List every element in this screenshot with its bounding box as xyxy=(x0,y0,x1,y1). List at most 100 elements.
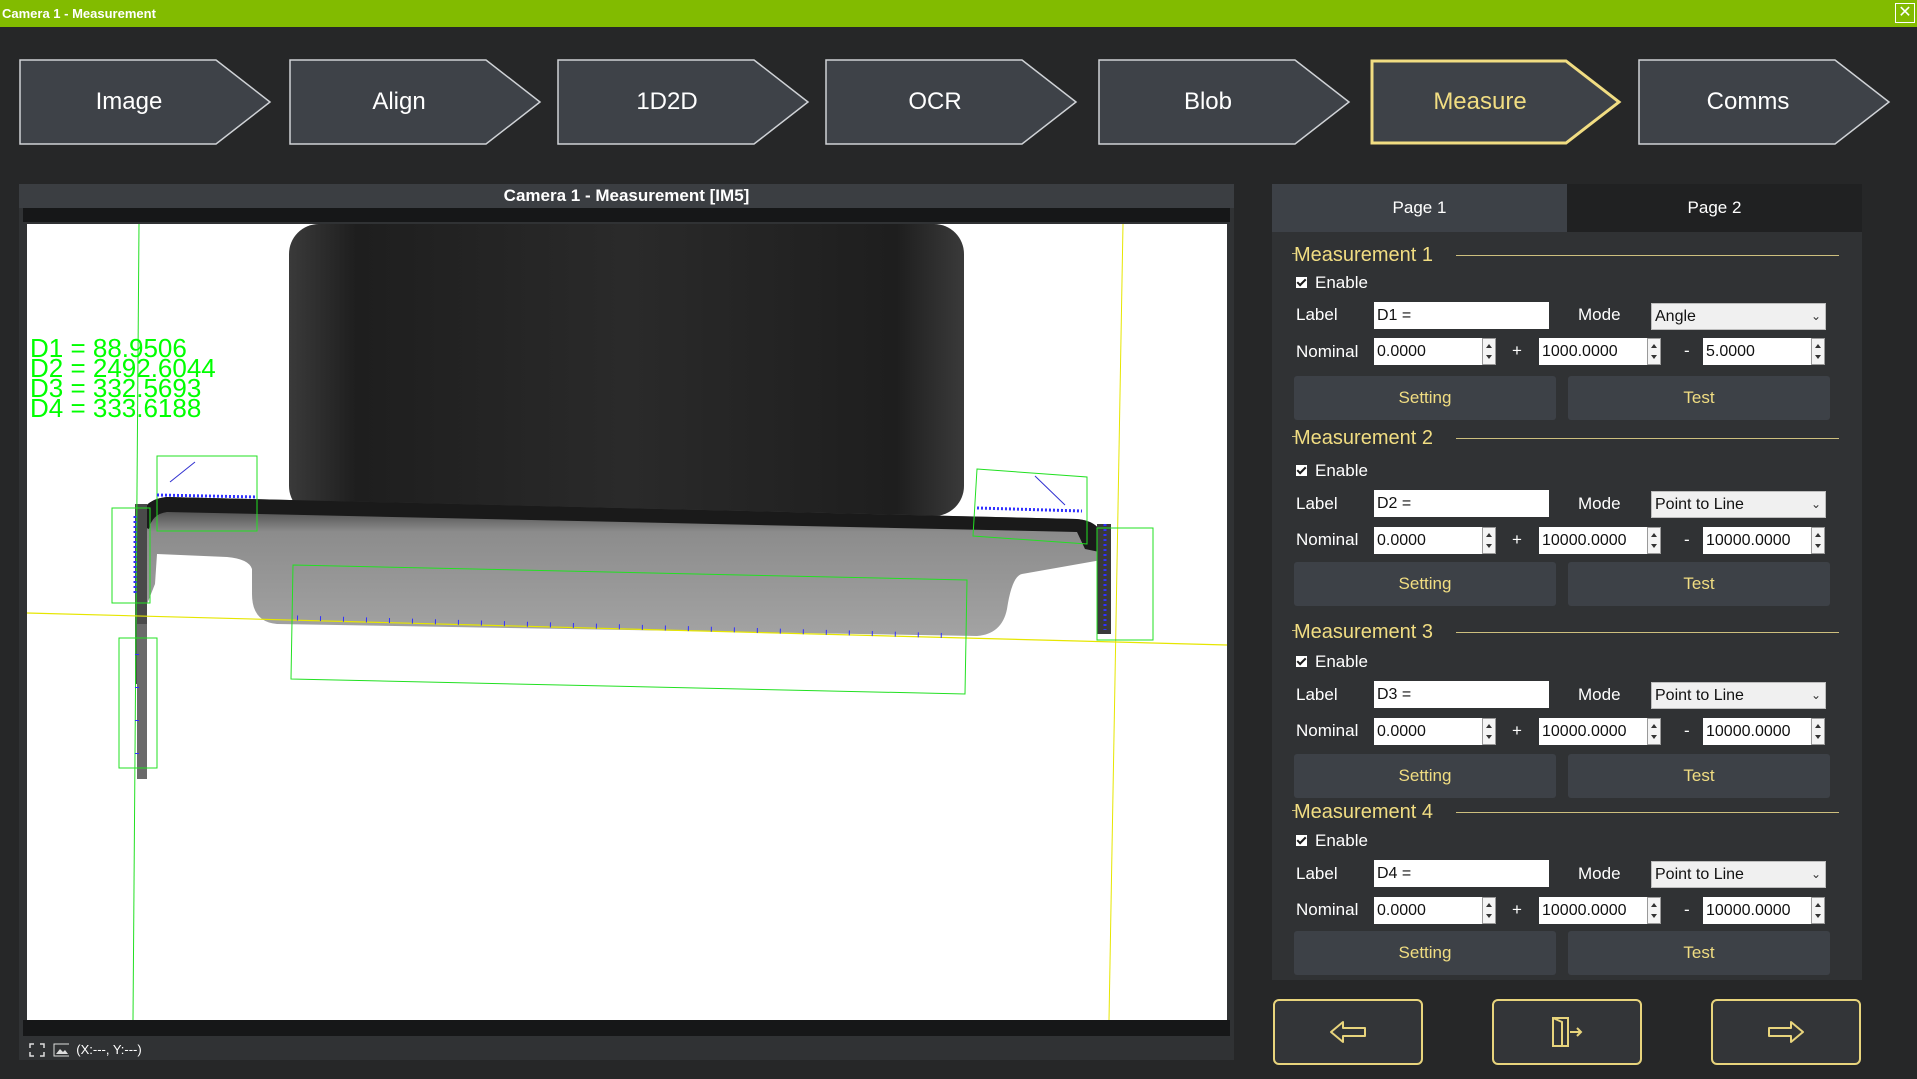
image-icon[interactable] xyxy=(53,1043,69,1057)
step-tab-label: OCR xyxy=(908,88,962,115)
camera-bottom-strip xyxy=(23,1020,1230,1036)
checkbox-checked-icon[interactable] xyxy=(1296,656,1307,667)
checkbox-checked-icon[interactable] xyxy=(1296,835,1307,846)
measurement-1-plus-tolerance-input[interactable]: 1000.0000 xyxy=(1539,338,1647,365)
measurement-4-title: Measurement 4 xyxy=(1294,801,1433,823)
section-divider xyxy=(1456,632,1839,633)
measurement-2-test-button[interactable]: Test xyxy=(1568,562,1830,606)
measurement-3-mode-select[interactable]: Point to Line ⌄ xyxy=(1651,682,1826,709)
next-button[interactable] xyxy=(1711,999,1861,1065)
inspection-image: D1 = 88.9506 D2 = 2492.6044 D3 = 332.569… xyxy=(27,224,1227,1020)
measurement-1-nominal-input[interactable]: 0.0000 xyxy=(1374,338,1482,365)
measurement-4-nominal-input[interactable]: 0.0000 xyxy=(1374,897,1482,924)
checkbox-checked-icon[interactable] xyxy=(1296,277,1307,288)
measurement-4-mode-select[interactable]: Point to Line ⌄ xyxy=(1651,861,1826,888)
spinner-arrows-icon[interactable] xyxy=(1811,338,1825,365)
fit-view-icon[interactable] xyxy=(29,1042,45,1057)
spinner-arrows-icon[interactable] xyxy=(1811,718,1825,745)
nominal-caption: Nominal xyxy=(1296,342,1359,361)
cylinder-shape xyxy=(289,224,964,516)
minus-sign: - xyxy=(1684,341,1690,360)
section-divider xyxy=(1292,810,1296,811)
measurement-2-mode-select[interactable]: Point to Line ⌄ xyxy=(1651,491,1826,518)
spinner-arrows-icon[interactable] xyxy=(1482,897,1496,924)
measurement-4-plus-tolerance-input[interactable]: 10000.0000 xyxy=(1539,897,1647,924)
plus-sign: + xyxy=(1512,530,1522,549)
mode-caption: Mode xyxy=(1578,685,1621,704)
measurement-3-plus-tolerance-input[interactable]: 10000.0000 xyxy=(1539,718,1647,745)
step-tab-ocr[interactable]: OCR xyxy=(825,59,1078,145)
spinner-arrows-icon[interactable] xyxy=(1482,527,1496,554)
section-divider xyxy=(1456,438,1839,439)
minus-sign: - xyxy=(1684,900,1690,919)
measurement-2-label-input[interactable]: D2 = xyxy=(1374,490,1549,517)
camera-title: Camera 1 - Measurement [IM5] xyxy=(19,184,1234,208)
spinner-arrows-icon[interactable] xyxy=(1647,338,1661,365)
tab-page-2[interactable]: Page 2 xyxy=(1567,184,1862,232)
measurement-1-test-button[interactable]: Test xyxy=(1568,376,1830,420)
step-tab-label: Image xyxy=(95,88,163,115)
step-tab-1d2d[interactable]: 1D2D xyxy=(557,59,810,145)
checkbox-checked-icon[interactable] xyxy=(1296,465,1307,476)
arrow-right-icon xyxy=(1768,1021,1804,1043)
camera-image[interactable]: D1 = 88.9506 D2 = 2492.6044 D3 = 332.569… xyxy=(27,224,1227,1020)
minus-sign: - xyxy=(1684,530,1690,549)
measurement-2-nominal-input[interactable]: 0.0000 xyxy=(1374,527,1482,554)
minus-sign: - xyxy=(1684,721,1690,740)
section-divider xyxy=(1456,812,1839,813)
measurement-3-test-button[interactable]: Test xyxy=(1568,754,1830,798)
plus-sign: + xyxy=(1512,900,1522,919)
camera-top-strip xyxy=(23,208,1230,222)
title-bar: Camera 1 - Measurement ✕ xyxy=(0,0,1917,27)
back-button[interactable] xyxy=(1273,999,1423,1065)
tab-page-1[interactable]: Page 1 xyxy=(1272,184,1567,232)
measurement-2-plus-tolerance-input[interactable]: 10000.0000 xyxy=(1539,527,1647,554)
mode-caption: Mode xyxy=(1578,305,1621,324)
overlay-result-d4: D4 = 333.6188 xyxy=(30,393,201,423)
label-caption: Label xyxy=(1296,305,1338,324)
step-tab-align[interactable]: Align xyxy=(289,59,542,145)
measurement-4-label-input[interactable]: D4 = xyxy=(1374,860,1549,887)
window-title: Camera 1 - Measurement xyxy=(2,6,156,21)
spinner-arrows-icon[interactable] xyxy=(1482,338,1496,365)
close-icon[interactable]: ✕ xyxy=(1895,3,1915,23)
spinner-arrows-icon[interactable] xyxy=(1647,718,1661,745)
measurement-2-setting-button[interactable]: Setting xyxy=(1294,562,1556,606)
chevron-down-icon: ⌄ xyxy=(1810,309,1821,323)
measurement-4-setting-button[interactable]: Setting xyxy=(1294,931,1556,975)
arrow-left-icon xyxy=(1330,1021,1366,1043)
measurement-3-nominal-input[interactable]: 0.0000 xyxy=(1374,718,1482,745)
plus-sign: + xyxy=(1512,721,1522,740)
measurement-3-minus-tolerance-input[interactable]: 10000.0000 xyxy=(1703,718,1811,745)
section-divider xyxy=(1292,253,1296,254)
section-divider xyxy=(1292,436,1296,437)
spinner-arrows-icon[interactable] xyxy=(1647,527,1661,554)
measurement-3-setting-button[interactable]: Setting xyxy=(1294,754,1556,798)
measurement-1-label-input[interactable]: D1 = xyxy=(1374,302,1549,329)
step-tab-blob[interactable]: Blob xyxy=(1098,59,1351,145)
step-tab-comms[interactable]: Comms xyxy=(1638,59,1891,145)
nominal-caption: Nominal xyxy=(1296,900,1359,919)
exit-button[interactable] xyxy=(1492,999,1642,1065)
spinner-arrows-icon[interactable] xyxy=(1811,897,1825,924)
measurement-1-enable[interactable]: Enable xyxy=(1296,273,1368,293)
step-tab-image[interactable]: Image xyxy=(19,59,272,145)
spinner-arrows-icon[interactable] xyxy=(1482,718,1496,745)
spinner-arrows-icon[interactable] xyxy=(1811,527,1825,554)
measurement-3-enable[interactable]: Enable xyxy=(1296,652,1368,672)
step-tab-measure[interactable]: Measure xyxy=(1370,59,1623,145)
measurement-1-setting-button[interactable]: Setting xyxy=(1294,376,1556,420)
measurement-2-enable[interactable]: Enable xyxy=(1296,461,1368,481)
page-tabs: Page 1 Page 2 xyxy=(1272,184,1862,232)
measurement-3-label-input[interactable]: D3 = xyxy=(1374,681,1549,708)
measurement-4-test-button[interactable]: Test xyxy=(1568,931,1830,975)
measurement-2-minus-tolerance-input[interactable]: 10000.0000 xyxy=(1703,527,1811,554)
measurement-2-title: Measurement 2 xyxy=(1294,427,1433,449)
measurement-4-enable[interactable]: Enable xyxy=(1296,831,1368,851)
measurement-1-minus-tolerance-input[interactable]: 5.0000 xyxy=(1703,338,1811,365)
status-line: (X:---, Y:---) xyxy=(29,1041,142,1057)
spinner-arrows-icon[interactable] xyxy=(1647,897,1661,924)
measurement-1-mode-select[interactable]: Angle ⌄ xyxy=(1651,303,1826,330)
measurement-4-minus-tolerance-input[interactable]: 10000.0000 xyxy=(1703,897,1811,924)
section-divider xyxy=(1456,255,1839,256)
